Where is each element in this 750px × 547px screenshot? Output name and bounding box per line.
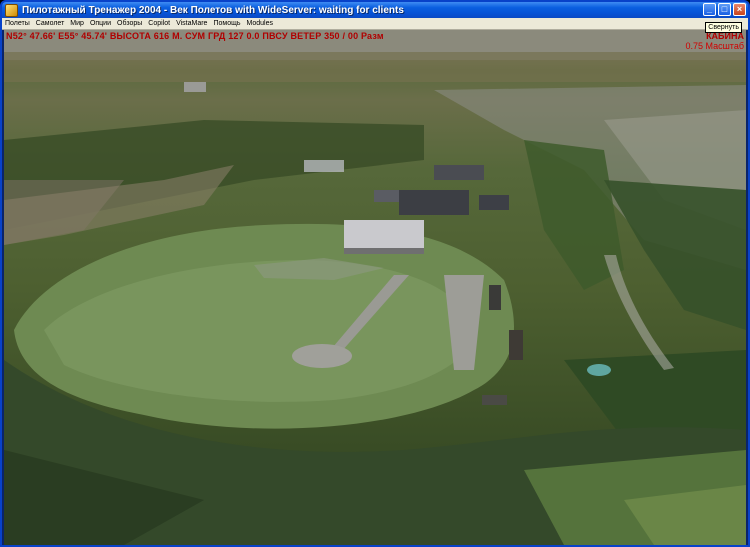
menu-options[interactable]: Опции [87,20,114,27]
app-icon[interactable] [5,3,18,17]
menu-aircraft[interactable]: Самолет [33,20,68,27]
menu-help[interactable]: Помощь [210,20,243,27]
pond [587,364,611,376]
menu-flights[interactable]: Полеты [2,20,33,27]
scenery-view[interactable]: N52° 47.66' E55° 45.74' ВЫСОТА 616 М. СУ… [4,30,746,545]
hangar-building [344,220,424,250]
close-button[interactable]: × [733,3,746,16]
factory-roof [399,190,469,215]
hud-status-line: N52° 47.66' E55° 45.74' ВЫСОТА 616 М. СУ… [6,31,384,41]
minimize-button[interactable]: _ [703,3,716,16]
menu-copilot[interactable]: Copilot [145,20,173,27]
menu-bar: Полеты Самолет Мир Опции Обзоры Copilot … [2,18,748,30]
menu-vistamare[interactable]: VistaMare [173,20,210,27]
distant-building [184,82,206,92]
minimize-tooltip: Свернуть [705,22,742,33]
menu-world[interactable]: Мир [67,20,87,27]
title-bar[interactable]: Пилотажный Тренажер 2004 - Век Полетов w… [2,2,748,18]
apron-left [292,344,352,368]
window-title: Пилотажный Тренажер 2004 - Век Полетов w… [22,4,404,16]
menu-modules[interactable]: Modules [244,20,276,27]
zoom-label: 0.75 Масштаб [685,41,744,51]
hud-view-info: КАБИНА 0.75 Масштаб [685,31,744,51]
maximize-button[interactable]: □ [718,3,731,16]
terrain-scene [4,30,746,545]
window-controls: _ □ × [703,3,746,16]
simulator-window: Пилотажный Тренажер 2004 - Век Полетов w… [0,0,750,547]
menu-views[interactable]: Обзоры [114,20,145,27]
